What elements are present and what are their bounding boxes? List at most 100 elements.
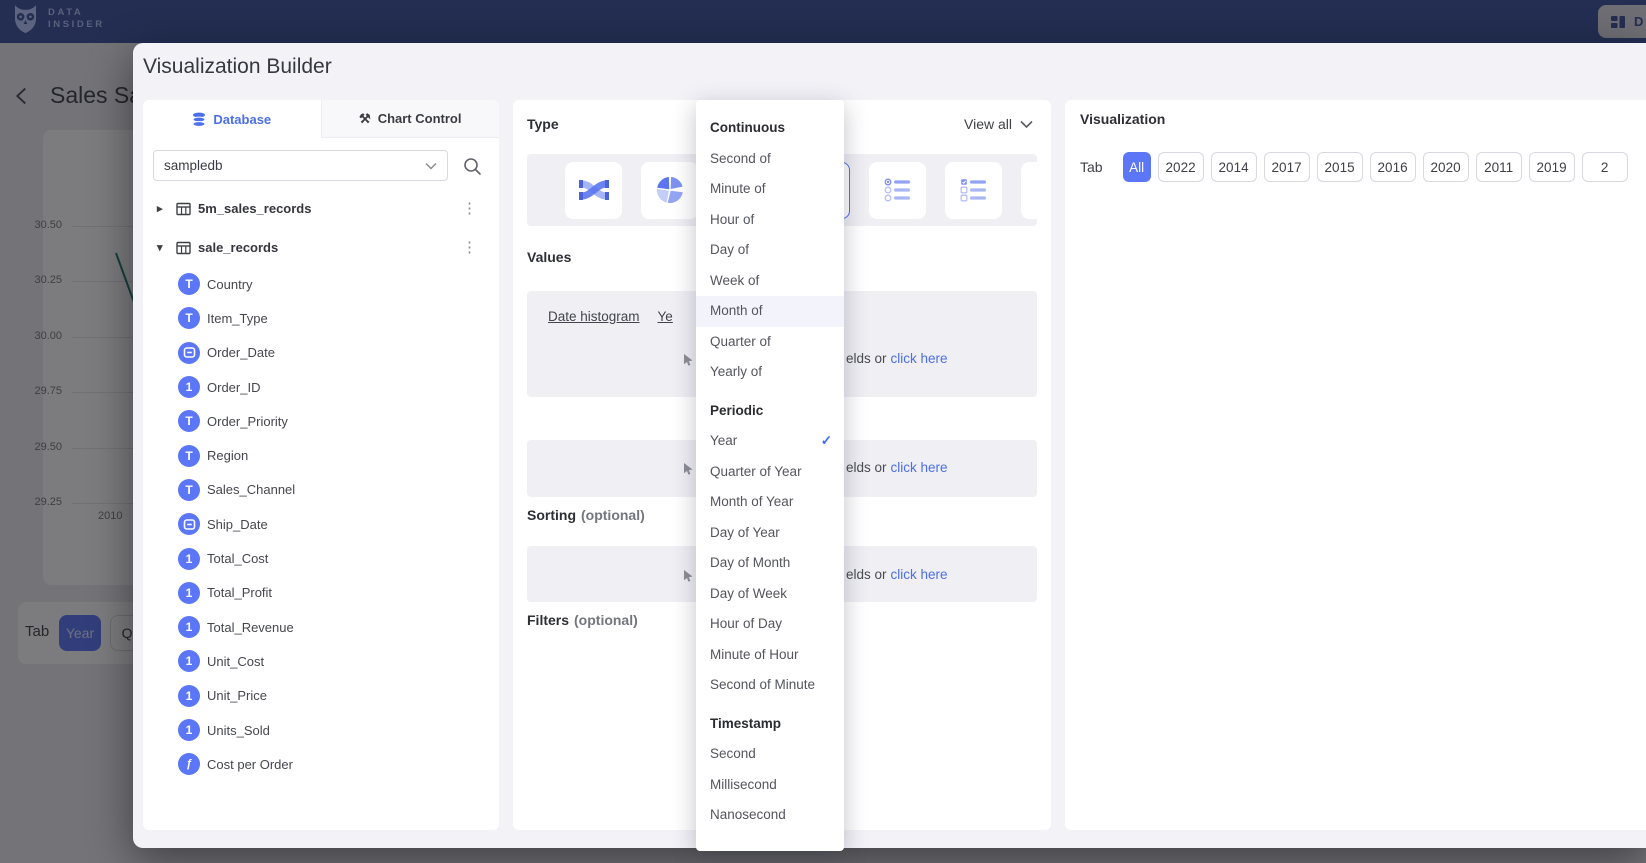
dropdown-item[interactable]: Month of (696, 296, 844, 327)
number-field-icon: 1 (178, 685, 200, 707)
dropdown-item[interactable]: Day of (696, 235, 844, 266)
chevron-down-icon (425, 162, 437, 170)
viz-tab-2020[interactable]: 2020 (1423, 152, 1469, 182)
visualization-panel: Visualization Tab All2022201420172015201… (1065, 100, 1646, 830)
table-grid-icon (176, 241, 191, 255)
values-label: Values (527, 249, 571, 265)
viz-tab-2022[interactable]: 2022 (1158, 152, 1204, 182)
date-field-icon (178, 513, 200, 535)
field-item[interactable]: Order_Date (143, 336, 499, 370)
dropdown-item[interactable]: Quarter of (696, 327, 844, 358)
field-name: Order_Date (207, 345, 275, 360)
viz-tab-2011[interactable]: 2011 (1476, 152, 1522, 182)
values-pill-date-histogram[interactable]: Date histogram (548, 309, 640, 324)
sankey-chart-card[interactable] (565, 162, 622, 219)
tab-chart-control[interactable]: ⚒ Chart Control (321, 100, 500, 138)
text-field-icon: T (178, 479, 200, 501)
kebab-menu-icon[interactable]: ⋮ (456, 237, 483, 257)
dropdown-item[interactable]: Month of Year (696, 487, 844, 518)
check-icon: ✓ (821, 426, 832, 457)
viz-tab-2016[interactable]: 2016 (1370, 152, 1416, 182)
table-chart-card[interactable] (1021, 162, 1037, 219)
viz-tab-2017[interactable]: 2017 (1264, 152, 1310, 182)
view-all-button[interactable]: View all (958, 115, 1039, 133)
dropdown-item[interactable]: Second of (696, 144, 844, 175)
caret-down-icon[interactable]: ▾ (157, 241, 169, 254)
viz-tab-2015[interactable]: 2015 (1317, 152, 1363, 182)
chevron-down-icon (1020, 120, 1033, 129)
dropdown-item[interactable]: Hour of Day (696, 609, 844, 640)
viz-tab-2[interactable]: 2 (1582, 152, 1628, 182)
dropdown-item[interactable]: Day of Week (696, 579, 844, 610)
values-dropzone-hint: elds orclick here (846, 351, 948, 366)
dropdown-item[interactable]: Minute of (696, 174, 844, 205)
table-row-5m-sales-records[interactable]: ▸ 5m_sales_records ⋮ (143, 189, 499, 228)
field-name: Total_Revenue (207, 620, 294, 635)
type-label: Type (527, 116, 559, 132)
dropdown-item[interactable]: Quarter of Year (696, 457, 844, 488)
number-field-icon: 1 (178, 376, 200, 398)
text-field-icon: T (178, 273, 200, 295)
visualization-label: Visualization (1080, 111, 1165, 127)
dropdown-item[interactable]: Minute of Hour (696, 640, 844, 671)
number-field-icon: 1 (178, 616, 200, 638)
field-item[interactable]: 1Order_ID (143, 370, 499, 404)
field-name: Total_Profit (207, 585, 272, 600)
field-item[interactable]: 1 Total_Revenue (143, 610, 499, 644)
pie-chart-icon (653, 173, 687, 207)
field-item[interactable]: TItem_Type (143, 301, 499, 335)
field-item[interactable]: TOrder_Priority (143, 404, 499, 438)
visualization-tabs: Tab All202220142017201520162020201120192 (1080, 152, 1628, 182)
dropdown-item[interactable]: Year✓ (696, 426, 844, 457)
table-grid-icon (176, 202, 191, 216)
field-item[interactable]: 1Unit_Price (143, 679, 499, 713)
field-name: Total_Cost (207, 551, 268, 566)
sorting-click-here-link[interactable]: click here (891, 460, 948, 475)
values-pills: Date histogram Ye (548, 309, 673, 324)
filters-click-here-link[interactable]: click here (891, 567, 948, 582)
dropdown-item[interactable]: Millisecond (696, 770, 844, 801)
field-item[interactable]: TCountry (143, 267, 499, 301)
database-select[interactable]: sampledb (153, 150, 448, 181)
field-item[interactable]: ƒCost per Order (143, 747, 499, 781)
field-name: Unit_Cost (207, 654, 264, 669)
viz-tab-all[interactable]: All (1123, 152, 1151, 182)
field-item[interactable]: 1 Total_Cost (143, 541, 499, 575)
tables-tree: ▸ 5m_sales_records ⋮ ▾ sale_records ⋮ (143, 189, 499, 267)
field-item[interactable]: 1Units_Sold (143, 713, 499, 747)
values-click-here-link[interactable]: click here (891, 351, 948, 366)
pie-chart-card[interactable] (641, 162, 698, 219)
dropdown-item[interactable]: Nanosecond (696, 800, 844, 831)
dropdown-item[interactable]: Yearly of (696, 357, 844, 388)
kebab-menu-icon[interactable]: ⋮ (456, 198, 483, 218)
radio-list-card[interactable] (869, 162, 926, 219)
cursor-icon (683, 353, 694, 371)
dropdown-item[interactable]: Day of Month (696, 548, 844, 579)
checkbox-list-card[interactable] (945, 162, 1002, 219)
caret-right-icon[interactable]: ▸ (157, 202, 169, 215)
field-item[interactable]: 1Unit_Cost (143, 644, 499, 678)
number-field-icon: 1 (178, 719, 200, 741)
number-field-icon: 1 (178, 582, 200, 604)
dropdown-item[interactable]: Week of (696, 266, 844, 297)
number-field-icon: 1 (178, 548, 200, 570)
text-field-icon: T (178, 445, 200, 467)
field-item[interactable]: TRegion (143, 438, 499, 472)
sorting-dropzone-hint: elds orclick here (846, 460, 948, 475)
dropdown-item[interactable]: Hour of (696, 205, 844, 236)
values-pill-year[interactable]: Ye (658, 309, 673, 324)
dropdown-item[interactable]: Second (696, 739, 844, 770)
app-logo: DATA INSIDER (12, 4, 105, 34)
viz-tab-2019[interactable]: 2019 (1529, 152, 1575, 182)
dashboards-button[interactable]: D (1598, 5, 1646, 38)
field-item[interactable]: TSales_Channel (143, 473, 499, 507)
table-row-sale-records[interactable]: ▾ sale_records ⋮ (143, 228, 499, 267)
dropdown-item[interactable]: Day of Year (696, 518, 844, 549)
tab-database[interactable]: Database (143, 100, 321, 138)
field-item[interactable]: 1 Total_Profit (143, 576, 499, 610)
search-button[interactable] (463, 154, 487, 178)
dropdown-item[interactable]: Second of Minute (696, 670, 844, 701)
field-item[interactable]: Ship_Date (143, 507, 499, 541)
viz-tab-2014[interactable]: 2014 (1211, 152, 1257, 182)
database-icon (192, 112, 206, 127)
